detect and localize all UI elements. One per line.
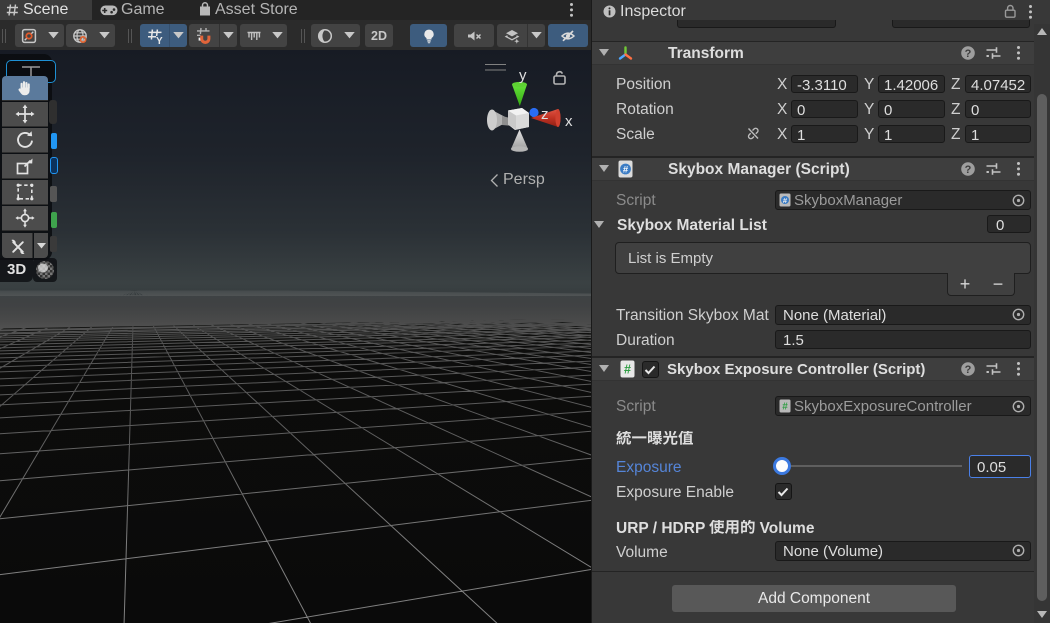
svg-text:?: ? [965,164,972,176]
svg-text:Y: Y [156,35,163,43]
svg-text:#: # [623,165,629,176]
svg-text:?: ? [965,364,972,376]
svg-text:#: # [782,401,788,412]
svg-text:#: # [624,362,631,376]
svg-text:?: ? [965,48,972,60]
